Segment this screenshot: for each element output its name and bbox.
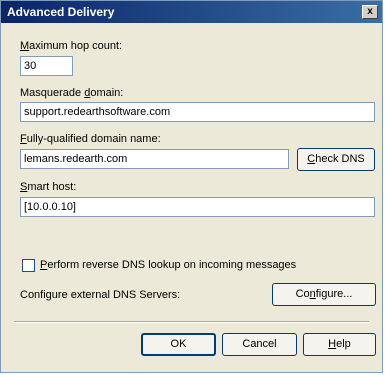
max-hop-input[interactable]: 30 <box>20 56 73 76</box>
smart-host-label: Smart host: <box>20 181 77 193</box>
help-button[interactable]: Help <box>303 333 376 356</box>
title-bar[interactable]: Advanced Delivery x <box>1 1 382 23</box>
advanced-delivery-dialog: Advanced Delivery x Maximum hop count: 3… <box>0 0 383 373</box>
cancel-button[interactable]: Cancel <box>222 333 297 356</box>
smart-host-input[interactable]: [10.0.0.10] <box>20 197 375 217</box>
fqdn-label: Fully-qualified domain name: <box>20 133 161 145</box>
max-hop-label: Maximum hop count: <box>20 40 123 52</box>
masquerade-domain-input[interactable]: support.redearthsoftware.com <box>20 102 375 122</box>
close-icon: x <box>367 6 373 17</box>
dialog-title: Advanced Delivery <box>7 5 115 19</box>
configure-button[interactable]: Configure... <box>272 283 376 306</box>
masquerade-domain-label: Masquerade domain: <box>20 87 124 99</box>
separator <box>14 321 369 323</box>
reverse-dns-checkbox[interactable] <box>22 259 35 272</box>
ok-button[interactable]: OK <box>141 333 216 356</box>
check-dns-button[interactable]: Check DNS <box>297 148 375 171</box>
reverse-dns-label[interactable]: Perform reverse DNS lookup on incoming m… <box>40 259 296 271</box>
dialog-body: Maximum hop count: 30 Masquerade domain:… <box>1 23 382 372</box>
close-button[interactable]: x <box>362 5 378 19</box>
external-dns-label: Configure external DNS Servers: <box>20 289 181 301</box>
fqdn-input[interactable]: lemans.redearth.com <box>20 149 289 169</box>
